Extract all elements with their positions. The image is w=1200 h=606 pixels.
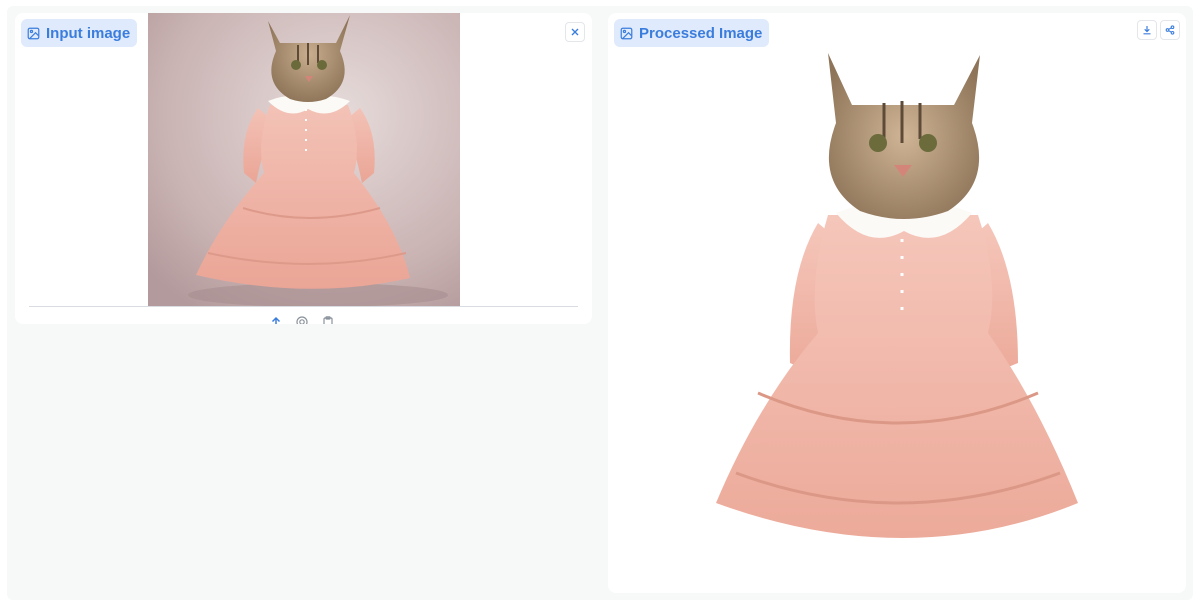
image-source-toolbar <box>269 316 335 324</box>
image-icon <box>27 27 40 39</box>
input-image-label-text: Input image <box>46 24 131 42</box>
download-icon <box>1143 26 1151 35</box>
upload-icon <box>271 316 281 324</box>
webcam-icon <box>296 316 308 324</box>
clear-button[interactable] <box>565 22 585 42</box>
input-image-panel[interactable]: Input image <box>15 13 592 324</box>
share-button[interactable] <box>1160 20 1180 40</box>
divider <box>29 306 578 307</box>
input-image-label: Input image <box>21 19 138 47</box>
upload-button[interactable] <box>269 316 283 324</box>
processed-image-label-text: Processed Image <box>639 24 763 42</box>
app-container: Input image Processed Image <box>7 6 1193 600</box>
share-icon <box>1165 25 1175 35</box>
processed-image-label: Processed Image <box>614 19 770 47</box>
download-button[interactable] <box>1137 20 1157 40</box>
processed-image <box>688 43 1108 563</box>
processed-image-panel: Processed Image <box>608 13 1186 593</box>
clipboard-icon <box>323 316 333 324</box>
input-image[interactable] <box>148 13 460 306</box>
close-icon <box>571 28 579 36</box>
clipboard-button[interactable] <box>321 316 335 324</box>
webcam-button[interactable] <box>295 316 309 324</box>
cat-photo <box>148 13 460 306</box>
cat-cutout <box>716 53 1078 538</box>
image-icon <box>620 27 633 39</box>
